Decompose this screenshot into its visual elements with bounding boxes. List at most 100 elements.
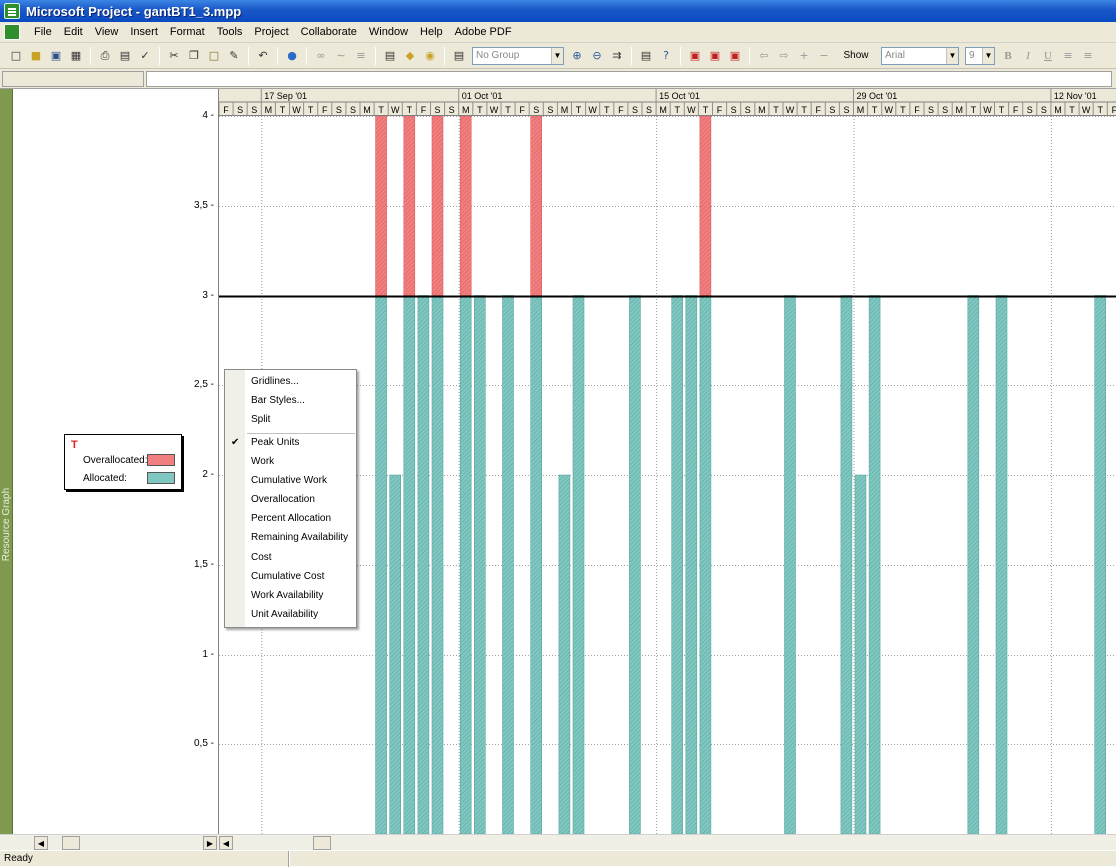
menu-item-work[interactable]: Work — [251, 453, 274, 471]
help-icon[interactable]: ? — [657, 47, 675, 65]
copy-picture-icon[interactable]: ▤ — [637, 47, 655, 65]
menu-insert[interactable]: Insert — [124, 26, 164, 38]
task-notes-icon[interactable]: ◆ — [401, 47, 419, 65]
menu-project[interactable]: Project — [248, 26, 294, 38]
menu-item-peak-units[interactable]: Peak Units — [251, 434, 299, 452]
hyperlink-globe-icon[interactable]: ● — [283, 47, 301, 65]
group-by-combo[interactable]: No Group ▼ — [472, 46, 564, 65]
assign-resources-icon[interactable]: ◉ — [421, 47, 439, 65]
y-tick-label: 1,5 - — [193, 558, 214, 570]
entry-bar-field[interactable] — [146, 71, 1112, 87]
link-tasks-icon[interactable]: ∞ — [312, 47, 330, 65]
format-painter-icon[interactable]: ✎ — [225, 47, 243, 65]
entry-bar-name-box[interactable] — [2, 71, 144, 87]
left-scroll-left-arrow-icon[interactable]: ◀ — [34, 836, 48, 850]
menu-item-bar-styles[interactable]: Bar Styles... — [251, 392, 305, 410]
day-letter: M — [1054, 105, 1062, 115]
right-scroll-thumb[interactable] — [313, 836, 331, 850]
spelling-icon[interactable]: ✓ — [136, 47, 154, 65]
menu-tools[interactable]: Tools — [211, 26, 249, 38]
day-letter: W — [292, 105, 301, 115]
task-information-icon[interactable]: ▤ — [381, 47, 399, 65]
menu-item-split[interactable]: Split — [251, 411, 270, 429]
document-icon[interactable] — [4, 24, 20, 40]
menu-item-cost[interactable]: Cost — [251, 549, 272, 567]
menu-help[interactable]: Help — [414, 26, 449, 38]
menu-item-gridlines[interactable]: Gridlines... — [251, 373, 299, 391]
split-task-icon[interactable]: ≡ — [352, 47, 370, 65]
overallocated-bar — [699, 116, 712, 296]
show-subtasks-icon[interactable]: + — [795, 47, 813, 65]
day-letter: W — [490, 105, 499, 115]
left-scroll-thumb[interactable] — [62, 836, 80, 850]
open-folder-icon[interactable]: ■ — [27, 47, 45, 65]
menu-view[interactable]: View — [89, 26, 125, 38]
indent-icon[interactable]: ⇨ — [775, 47, 793, 65]
day-letter: T — [801, 105, 807, 115]
day-letter: F — [914, 105, 920, 115]
allocated-bar — [967, 295, 980, 834]
print-icon[interactable]: ⎙ — [96, 47, 114, 65]
new-document-icon[interactable]: □ — [7, 47, 25, 65]
font-size-combo[interactable]: 9 ▼ — [965, 46, 995, 65]
left-scroll-right-arrow-icon[interactable]: ▶ — [203, 836, 217, 850]
menu-adobe-pdf[interactable]: Adobe PDF — [449, 26, 518, 38]
overallocated-bar — [530, 116, 543, 296]
menu-item-cumulative-cost[interactable]: Cumulative Cost — [251, 568, 324, 586]
print-preview-icon[interactable]: ▤ — [116, 47, 134, 65]
chevron-down-icon[interactable]: ▼ — [982, 47, 994, 64]
chevron-down-icon[interactable]: ▼ — [946, 47, 958, 64]
save-icon[interactable]: ▣ — [47, 47, 65, 65]
menu-item-work-availability[interactable]: Work Availability — [251, 587, 323, 605]
project-app-icon[interactable] — [4, 3, 20, 19]
paste-icon[interactable]: □ — [205, 47, 223, 65]
menu-file[interactable]: File — [28, 26, 58, 38]
day-letter: M — [659, 105, 667, 115]
font-combo[interactable]: Arial ▼ — [881, 46, 959, 65]
day-letter: M — [462, 105, 470, 115]
menu-format[interactable]: Format — [164, 26, 211, 38]
day-letter: W — [687, 105, 696, 115]
day-letter: S — [928, 105, 934, 115]
zoom-out-icon[interactable]: ⊖ — [588, 47, 606, 65]
menu-collaborate[interactable]: Collaborate — [295, 26, 363, 38]
resource-graph-left-pane: 4 - 3,5 - 3 - 2,5 - 2 - 1,5 - 1 - 0,5 - T Overa… — [13, 89, 218, 834]
show-icon[interactable]: Show — [835, 47, 877, 65]
day-letter: F — [519, 105, 525, 115]
week-label: 29 Oct '01 — [857, 91, 898, 101]
save-copy-icon[interactable]: ▦ — [67, 47, 85, 65]
hide-subtasks-icon[interactable]: − — [815, 47, 833, 65]
menu-item-unit-availability[interactable]: Unit Availability — [251, 606, 318, 624]
legend-marker: T — [71, 439, 78, 451]
publish-icon[interactable]: ▤ — [450, 47, 468, 65]
chevron-down-icon[interactable]: ▼ — [551, 47, 563, 64]
unlink-tasks-icon[interactable]: ∼ — [332, 47, 350, 65]
right-scroll-left-arrow-icon[interactable]: ◀ — [219, 836, 233, 850]
view-bar[interactable]: Resource Graph — [0, 89, 13, 834]
undo-icon[interactable]: ↶ — [254, 47, 272, 65]
scroll-to-task-icon[interactable]: ⇉ — [608, 47, 626, 65]
cut-icon[interactable]: ✂ — [165, 47, 183, 65]
convert-pdf-review-icon[interactable]: ▣ — [726, 47, 744, 65]
convert-pdf-icon[interactable]: ▣ — [686, 47, 704, 65]
convert-pdf-mail-icon[interactable]: ▣ — [706, 47, 724, 65]
align-center-icon[interactable]: ≡ — [1079, 47, 1097, 65]
menu-item-overallocation[interactable]: Overallocation — [251, 491, 315, 509]
underline-button[interactable]: U — [1039, 47, 1057, 65]
menu-item-remaining-availability[interactable]: Remaining Availability — [251, 529, 348, 547]
menu-window[interactable]: Window — [363, 26, 414, 38]
allocated-bar — [854, 474, 867, 834]
outdent-icon[interactable]: ⇦ — [755, 47, 773, 65]
bold-button[interactable]: B — [999, 47, 1017, 65]
zoom-in-icon[interactable]: ⊕ — [568, 47, 586, 65]
y-tick-label: 1 - — [202, 648, 214, 660]
align-left-icon[interactable]: ≡ — [1059, 47, 1077, 65]
menu-item-percent-allocation[interactable]: Percent Allocation — [251, 510, 331, 528]
standard-toolbar: □ ■ ▣ ▦ ⎙ ▤ ✓ ✂ ❐ □ ✎ ↶ ● ∞ ∼ ≡ ▤ ◆ ◉ ▤ … — [0, 43, 1116, 69]
menu-item-cumulative-work[interactable]: Cumulative Work — [251, 472, 327, 490]
toolbar-separator — [306, 46, 307, 65]
menu-edit[interactable]: Edit — [58, 26, 89, 38]
italic-button[interactable]: I — [1019, 47, 1037, 65]
legend-allocated-label: Allocated: — [83, 473, 127, 484]
copy-icon[interactable]: ❐ — [185, 47, 203, 65]
